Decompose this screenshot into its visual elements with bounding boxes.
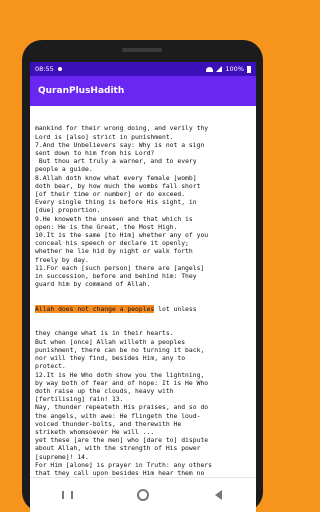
wifi-icon (206, 66, 214, 72)
battery-icon (247, 65, 251, 73)
verse-line: nor will they find, besides Him, any to (35, 354, 186, 363)
verse-line: guard him by command of Allah. (35, 280, 151, 289)
verse-line: Nay, thunder repeateth His praises, and … (35, 403, 209, 412)
app-bar: QuranPlusHadith (30, 76, 256, 106)
verse-line: freely by day. (35, 255, 89, 264)
verse-line: doth bear, by how much the wombs fall sh… (35, 181, 201, 190)
verse-line: in succession, before and behind him: Th… (35, 272, 197, 281)
navigation-bar (30, 477, 256, 512)
verse-text-area[interactable]: mankind for their wrong doing, and veril… (30, 106, 256, 477)
verse-line: Every single thing is before His sight, … (35, 198, 197, 207)
notification-icon (57, 67, 62, 71)
verse-line: But thou art truly a warner, and to ever… (35, 157, 197, 166)
verse-line: 12.It is He Who doth show you the lightn… (35, 370, 205, 379)
verse-line: yet these [are the men] who [dare to] di… (35, 436, 209, 445)
verse-line: the angels, with awe: He flingeth the lo… (35, 411, 201, 420)
phone-speaker (122, 48, 162, 52)
verse-line: [due] proportion. (35, 206, 101, 215)
verse-line: [supreme]! 14. (35, 452, 89, 461)
back-icon (214, 490, 222, 500)
recent-apps-icon (62, 491, 74, 499)
home-icon (136, 489, 149, 501)
verse-line: protect. (35, 362, 66, 371)
verse-line: punishment, there can be no turning it b… (35, 345, 205, 354)
recent-apps-button[interactable] (58, 489, 78, 501)
verse-line: [of their time or number] or do exceed. (35, 190, 186, 199)
home-button[interactable] (133, 489, 153, 501)
verse-line: about Allah, with the strength of His po… (35, 444, 201, 453)
status-left: 08:55 (35, 65, 62, 73)
text-before-highlight: mankind for their wrong doing, and veril… (35, 124, 251, 288)
verse-line: 11.For each [such person] there are [ang… (35, 263, 205, 272)
verse-line: they change what is in their hearts. (35, 329, 174, 338)
verse-line: whether he lie hid by night or walk fort… (35, 247, 193, 256)
verse-line: 9.He knoweth the unseen and that which i… (35, 214, 193, 223)
verse-line: 7.And the Unbelievers say: Why is not a … (35, 140, 205, 149)
verse-line: doth raise up the clouds, heavy with (35, 386, 174, 395)
verse-line: mankind for their wrong doing, and veril… (35, 124, 209, 133)
verse-line: striketh whomsoever He will ... (35, 427, 155, 436)
signal-icon (216, 66, 223, 72)
battery-percent: 100% (225, 65, 244, 73)
verse-line: sent down to him from his Lord? (35, 149, 155, 158)
verse-line: For Him [alone] is prayer in Truth: any … (35, 460, 212, 469)
verse-line: by way both of fear and of hope: It is H… (35, 378, 209, 387)
app-title: QuranPlusHadith (38, 86, 125, 96)
highlight-line-rest: lot unless (154, 304, 197, 313)
status-bar: 08:55 100% (30, 62, 256, 76)
verse-line: 10.It is the same [to Him] whether any o… (35, 231, 209, 240)
verse-line: people a guide. (35, 165, 93, 174)
text-after-highlight: they change what is in their hearts. But … (35, 329, 251, 477)
status-time: 08:55 (35, 65, 54, 73)
verse-line: 8.Allah doth know what every female [wom… (35, 173, 197, 182)
verse-line: conceal his speech or declare it openly; (35, 239, 189, 248)
verse-line: open: He is the Great, the Most High. (35, 222, 178, 231)
phone-screen: 08:55 100% QuranPlusHadith mankind for t… (30, 62, 256, 512)
verse-line: [fertilising] rain! 13. (35, 395, 124, 404)
status-right: 100% (206, 65, 251, 73)
back-button[interactable] (208, 489, 228, 501)
highlight-line: Allah does not change a peoples lot unle… (35, 304, 251, 313)
highlighted-text[interactable]: Allah does not change a peoples (35, 304, 155, 313)
verse-line: Lord is [also] strict in punishment. (35, 132, 174, 141)
verse-line: voiced thunder-bolts, and therewith He (35, 419, 182, 428)
verse-line: But when [once] Allah willeth a peoples (35, 337, 186, 346)
verse-line: that they call upon besides Him hear the… (35, 468, 205, 477)
